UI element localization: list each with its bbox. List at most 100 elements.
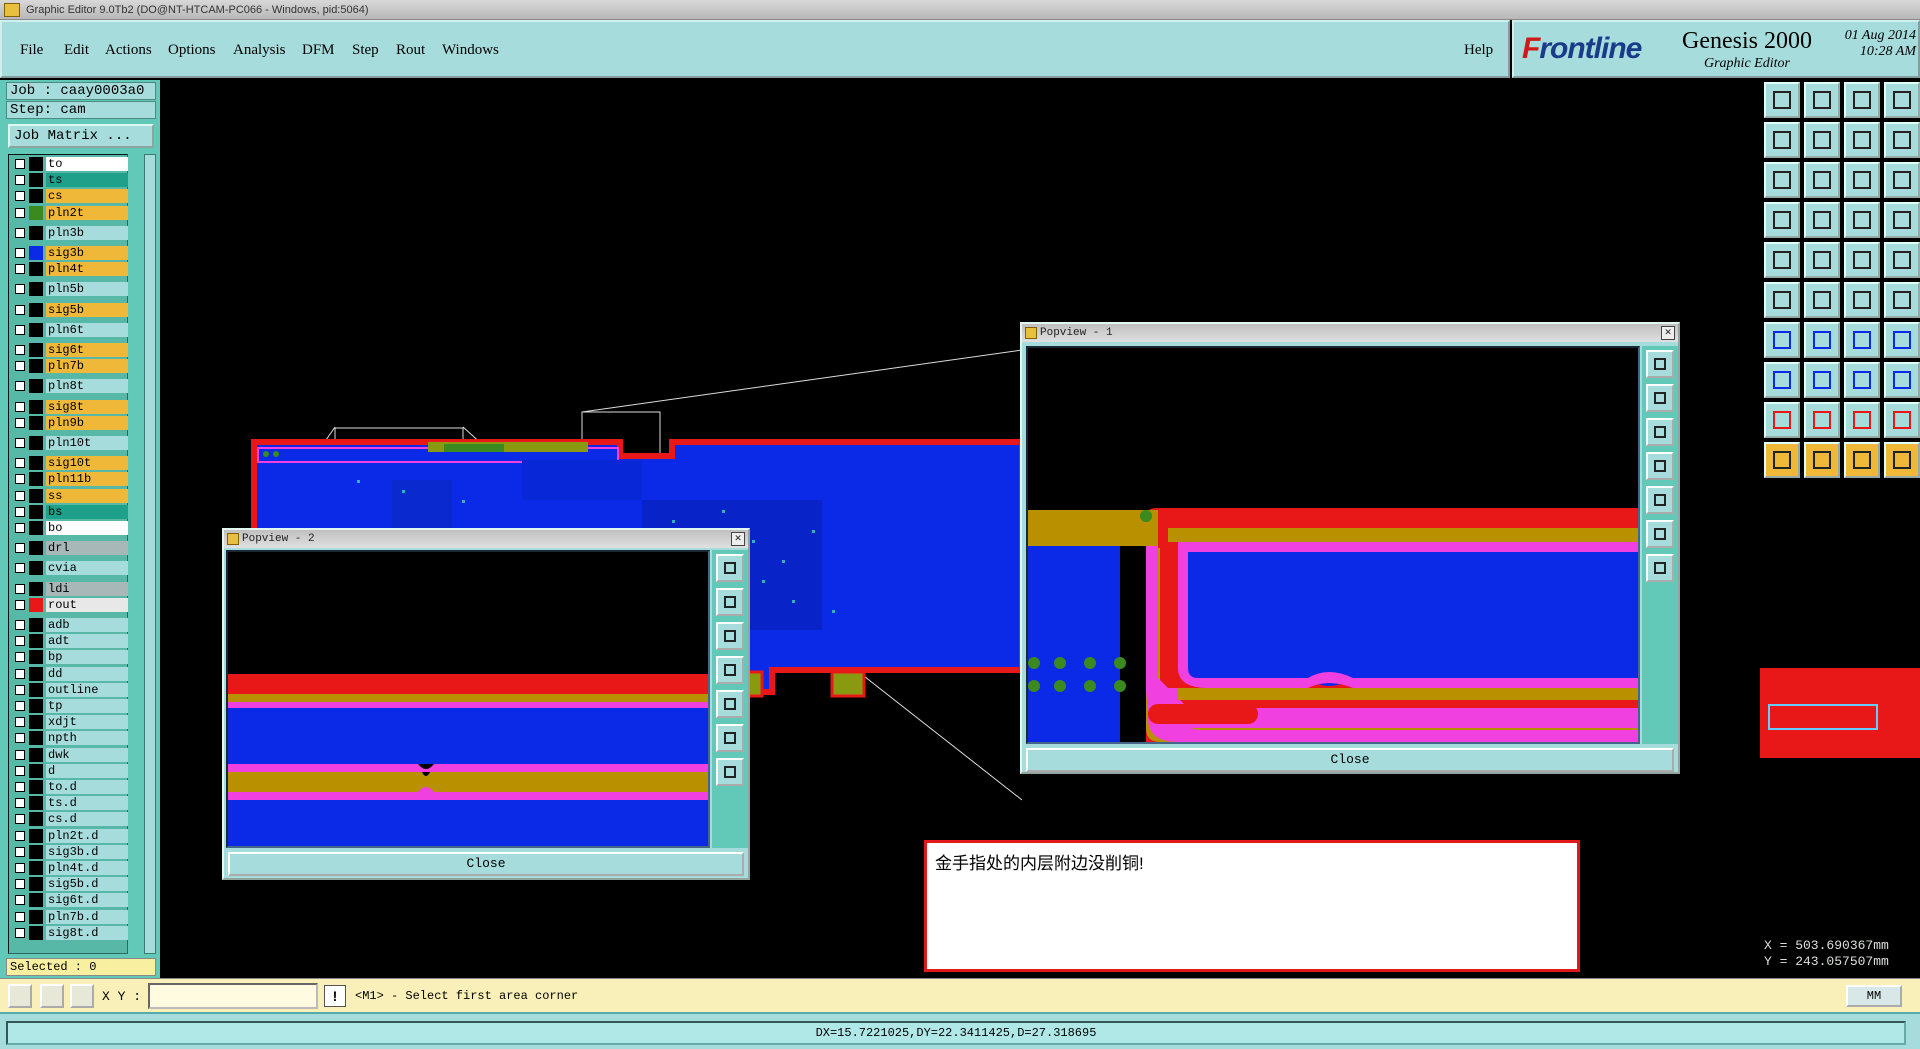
layer-row-sig8t-d[interactable]: sig8t.d [11, 925, 137, 940]
layer-checkbox[interactable] [15, 749, 25, 760]
layer-name[interactable]: d [46, 763, 128, 778]
layer-row-bs[interactable]: bs [11, 504, 137, 519]
layer-color-swatch[interactable] [29, 597, 43, 612]
pointer-multi-icon[interactable] [1884, 442, 1920, 478]
layer-row-ldi[interactable]: ldi [11, 581, 137, 596]
layer-name[interactable]: ldi [46, 581, 128, 596]
layer-row-pln3b[interactable]: pln3b [11, 225, 137, 240]
layer-color-swatch[interactable] [29, 173, 43, 188]
layer-color-swatch[interactable] [29, 189, 43, 204]
menu-help[interactable]: Help [1464, 42, 1493, 59]
layer-checkbox[interactable] [15, 401, 25, 412]
layer-color-swatch[interactable] [29, 504, 43, 519]
layer-color-swatch[interactable] [29, 731, 43, 746]
layer-color-swatch[interactable] [29, 302, 43, 317]
layer-color-swatch[interactable] [29, 763, 43, 778]
layer-name[interactable]: sig6t [46, 343, 128, 357]
layer-name[interactable]: bp [46, 650, 128, 665]
layer-name[interactable]: pln5b [46, 282, 128, 297]
layer-checkbox[interactable] [15, 458, 25, 469]
layer-checkbox[interactable] [15, 583, 25, 594]
layer-color-swatch[interactable] [29, 379, 43, 394]
layer-color-swatch[interactable] [29, 780, 43, 794]
layer-row-ts-d[interactable]: ts.d [11, 796, 137, 811]
grid-icon[interactable] [70, 984, 94, 1008]
layer-name[interactable]: xdjt [46, 715, 128, 730]
layer-name[interactable]: pln8t [46, 379, 128, 394]
pan-left-icon[interactable] [716, 656, 744, 684]
layer-name[interactable]: sig5b [46, 302, 128, 317]
triangle-c-icon[interactable] [1884, 402, 1920, 438]
center-icon[interactable] [1646, 554, 1674, 582]
layer-name[interactable]: pln10t [46, 436, 128, 450]
menu-edit[interactable]: Edit [64, 42, 89, 59]
layer-color-swatch[interactable] [29, 225, 43, 240]
layer-scrollbar[interactable] [144, 154, 156, 954]
pointer-icon[interactable] [1764, 442, 1800, 478]
layer-color-swatch[interactable] [29, 399, 43, 414]
layer-name[interactable]: sig3b.d [46, 844, 128, 859]
pad-icon[interactable] [1804, 202, 1840, 238]
layer-color-swatch[interactable] [29, 541, 43, 556]
layer-color-swatch[interactable] [29, 844, 43, 859]
layer-checkbox[interactable] [15, 227, 25, 238]
overview-map[interactable] [1760, 668, 1920, 758]
layer-name[interactable]: sig8t.d [46, 925, 128, 940]
layer-name[interactable]: ss [46, 488, 128, 503]
layer-checkbox[interactable] [15, 717, 25, 728]
layer-name[interactable]: cvia [46, 561, 128, 576]
layer-color-swatch[interactable] [29, 322, 43, 337]
layer-checkbox[interactable] [15, 284, 25, 295]
pan-right-icon[interactable] [1804, 122, 1840, 158]
layer-color-swatch[interactable] [29, 909, 43, 924]
layer-checkbox[interactable] [15, 324, 25, 335]
layer-name[interactable]: tp [46, 699, 128, 713]
triangle-icon[interactable] [1764, 402, 1800, 438]
layer-color-swatch[interactable] [29, 456, 43, 471]
layer-row-outline[interactable]: outline [11, 682, 137, 697]
center-icon[interactable] [716, 758, 744, 786]
layer-row-bp[interactable]: bp [11, 650, 137, 665]
layer-name[interactable]: pln7b [46, 359, 128, 374]
layer-row-sig6t-d[interactable]: sig6t.d [11, 893, 137, 908]
zoom-out-icon[interactable] [716, 622, 744, 650]
pointer-red-icon[interactable] [1804, 442, 1840, 478]
layer-checkbox[interactable] [15, 563, 25, 574]
layer-checkbox[interactable] [15, 361, 25, 372]
layer-checkbox[interactable] [15, 523, 25, 533]
layer-row-pln7b[interactable]: pln7b [11, 359, 137, 374]
layer-row-cs-d[interactable]: cs.d [11, 812, 137, 827]
layer-color-swatch[interactable] [29, 343, 43, 357]
layer-color-swatch[interactable] [29, 925, 43, 940]
menu-windows[interactable]: Windows [442, 42, 499, 59]
layer-checkbox[interactable] [15, 191, 25, 202]
layer-checkbox[interactable] [15, 927, 25, 938]
triangle-b-icon[interactable] [1844, 402, 1880, 438]
circle-icon[interactable] [1884, 242, 1920, 278]
popview-1-close-button[interactable]: Close [1026, 748, 1674, 772]
help-icon[interactable] [1884, 162, 1920, 198]
layer-color-swatch[interactable] [29, 747, 43, 762]
layer-checkbox[interactable] [15, 830, 25, 841]
layer-color-swatch[interactable] [29, 682, 43, 697]
layer-row-pln9b[interactable]: pln9b [11, 415, 137, 430]
layer-row-xdjt[interactable]: xdjt [11, 715, 137, 730]
undo-icon[interactable] [1844, 322, 1880, 358]
layer-checkbox[interactable] [15, 345, 25, 355]
zoom-fit-icon[interactable] [716, 724, 744, 752]
layer-checkbox[interactable] [15, 895, 25, 906]
layer-checkbox[interactable] [15, 175, 25, 186]
zoom-home-icon[interactable] [1764, 82, 1800, 118]
layer-row-drl[interactable]: drl [11, 541, 137, 556]
layer-color-swatch[interactable] [29, 715, 43, 730]
layer-checkbox[interactable] [15, 381, 25, 392]
layer-row-pln4t-d[interactable]: pln4t.d [11, 861, 137, 875]
layer-checkbox[interactable] [15, 636, 25, 647]
draw-arc-icon[interactable] [1804, 322, 1840, 358]
layer-name[interactable]: pln2t [46, 205, 128, 220]
zoom-in-icon[interactable] [1646, 384, 1674, 412]
layer-checkbox[interactable] [15, 506, 25, 517]
layer-name[interactable]: sig10t [46, 456, 128, 471]
layer-checkbox[interactable] [15, 765, 25, 776]
layer-row-sig8t[interactable]: sig8t [11, 399, 137, 414]
